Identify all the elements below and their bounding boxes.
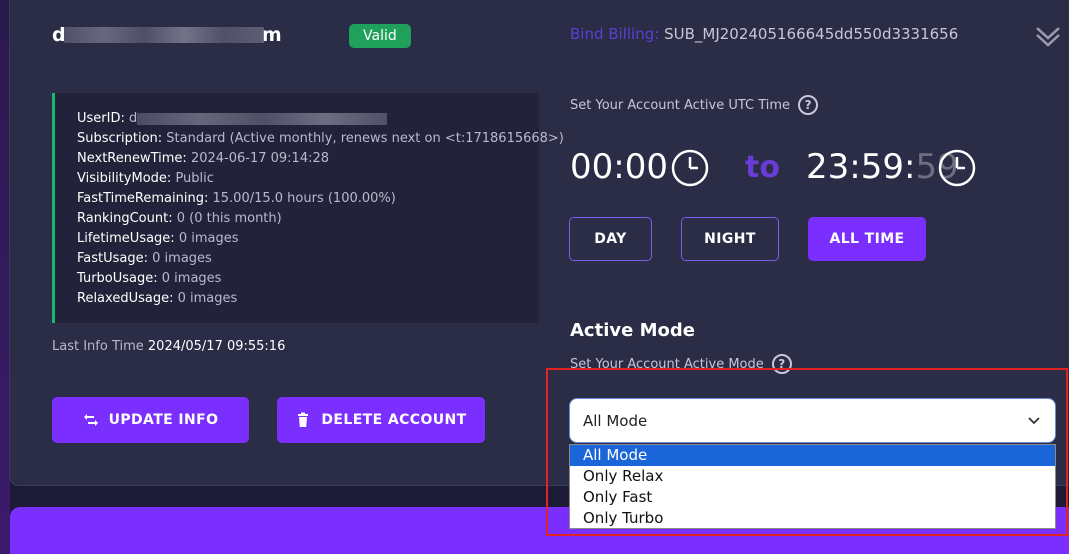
info-row-relaxed-usage: RelaxedUsage: 0 images [77,291,238,306]
delete-account-button[interactable]: DELETE ACCOUNT [277,397,485,443]
trash-icon [298,412,309,427]
billing-id: SUB_MJ202405166645dd550d3331656 [664,25,959,43]
collapse-chevron-icon[interactable] [1033,21,1063,51]
preset-all-time-button[interactable]: ALL TIME [808,217,926,261]
end-time[interactable]: 23:59:59 [806,147,959,187]
info-row-fast-usage: FastUsage: 0 images [77,251,212,266]
clock-icon[interactable] [938,149,976,187]
preset-day-button[interactable]: DAY [569,217,652,261]
start-time[interactable]: 00:00 [570,147,668,187]
redacted-email-mask [63,27,264,43]
email-suffix: m [261,24,283,46]
status-badge: Valid [349,24,411,48]
info-row-next-renew: NextRenewTime: 2024-06-17 09:14:28 [77,151,330,166]
info-row-ranking: RankingCount: 0 (0 this month) [77,211,282,226]
to-separator: to [745,150,780,185]
bind-billing-link[interactable]: Bind Billing [570,25,654,43]
active-mode-title: Active Mode [570,320,695,341]
info-row-lifetime: LifetimeUsage: 0 images [77,231,239,246]
highlight-annotation [546,368,1068,536]
clock-icon[interactable] [671,149,709,187]
utc-time-label: Set Your Account Active UTC Time ? [570,95,819,115]
redacted-userid-mask [137,112,388,125]
account-email: d m [52,24,282,46]
help-icon[interactable]: ? [798,95,819,115]
info-list: UserID: d Subscription: Standard (Active… [77,109,564,309]
preset-night-button[interactable]: NIGHT [681,217,779,261]
last-info-time: Last Info Time 2024/05/17 09:55:16 [52,339,286,354]
info-row-visibility: VisibilityMode: Public [77,171,214,186]
info-row-fast-time: FastTimeRemaining: 15.00/15.0 hours (100… [77,191,396,206]
bind-billing: Bind Billing: SUB_MJ202405166645dd550d33… [570,25,959,43]
info-row-subscription: Subscription: Standard (Active monthly, … [77,131,564,146]
info-row-turbo-usage: TurboUsage: 0 images [77,271,222,286]
swap-arrows-icon [83,414,98,426]
account-info-panel: UserID: d Subscription: Standard (Active… [52,93,564,323]
update-info-button[interactable]: UPDATE INFO [52,397,249,443]
info-row-userid: UserID: d [77,109,564,129]
